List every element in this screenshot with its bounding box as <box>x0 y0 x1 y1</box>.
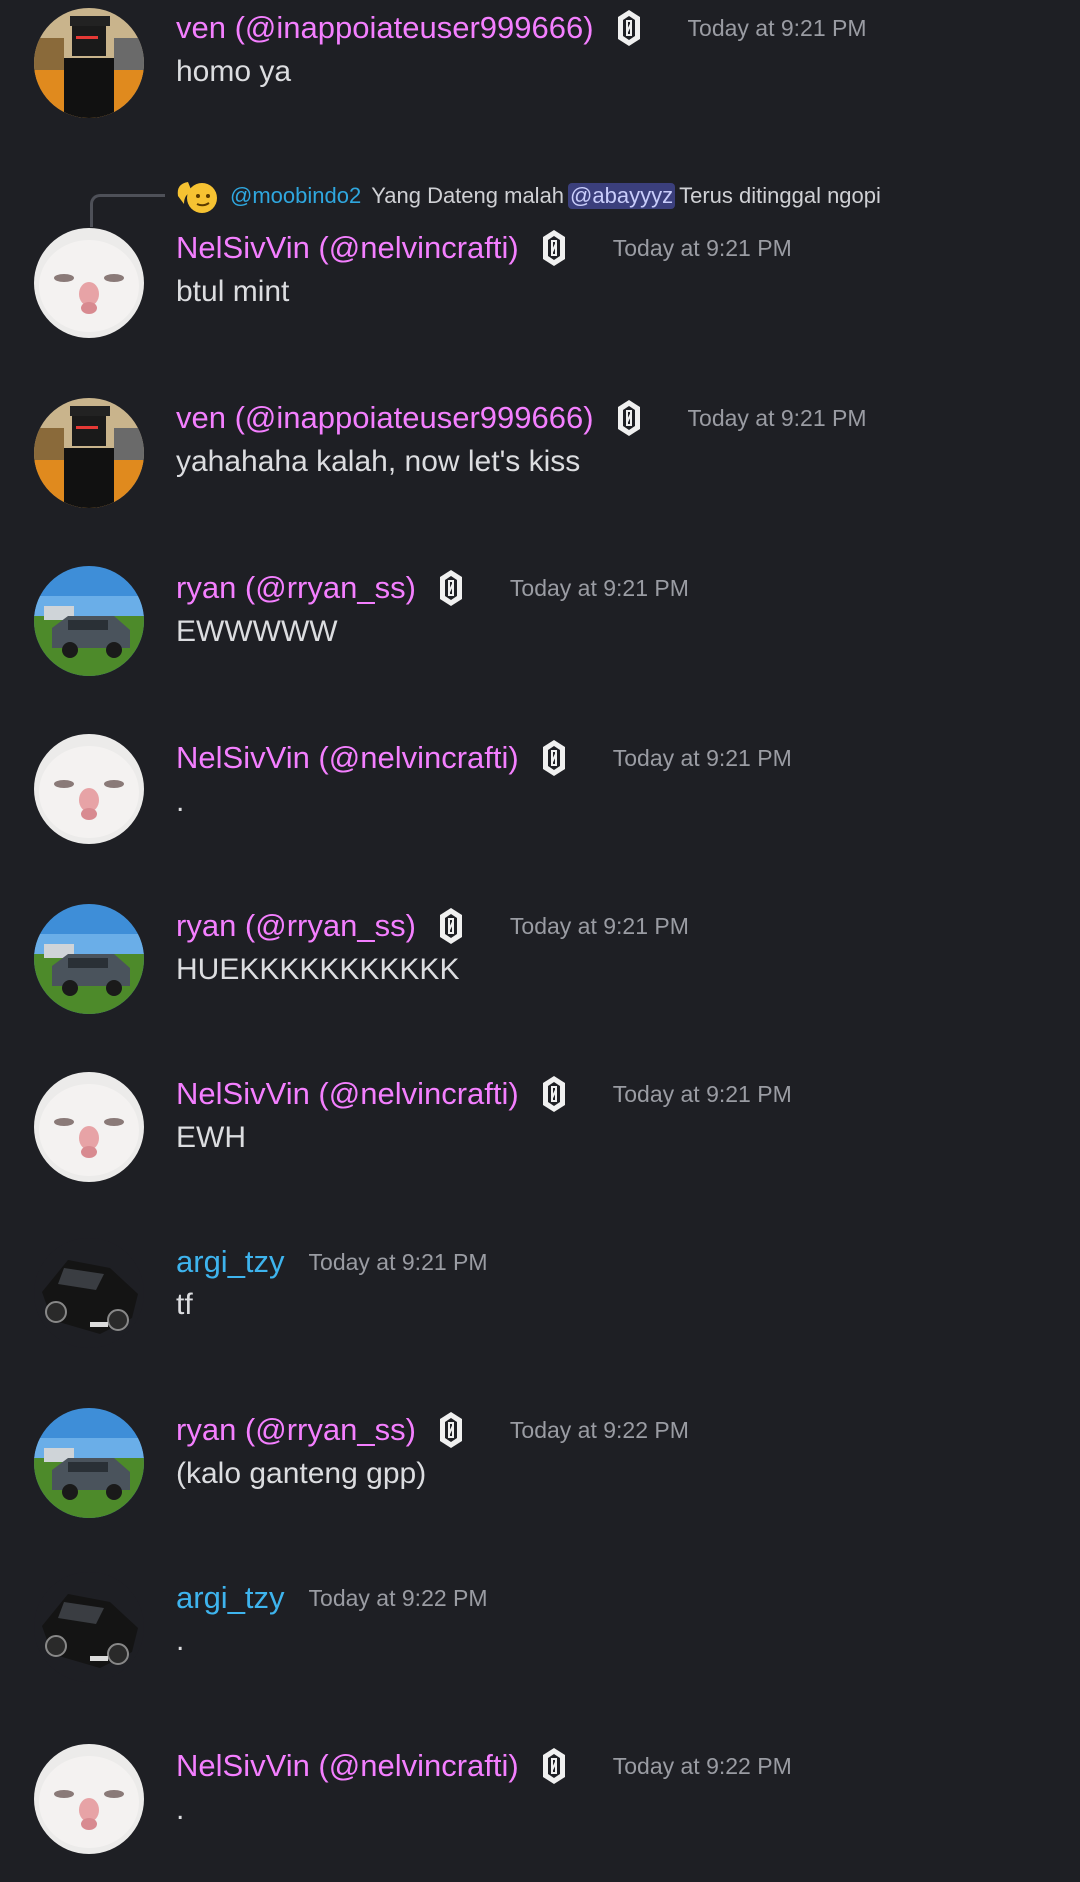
avatar-argi-tzy[interactable] <box>34 1238 144 1348</box>
message-author[interactable]: NelSivVin (@nelvincrafti) <box>176 230 519 266</box>
message-timestamp[interactable]: Today at 9:21 PM <box>688 15 867 42</box>
message-timestamp[interactable]: Today at 9:22 PM <box>510 1417 689 1444</box>
server-tag-badge-icon[interactable] <box>438 1410 464 1450</box>
server-tag-badge-icon[interactable] <box>541 228 567 268</box>
message-content: . <box>176 785 185 818</box>
avatar-ven[interactable] <box>34 8 144 118</box>
message-content: tf <box>176 1288 193 1321</box>
message-content: btul mint <box>176 275 290 308</box>
emoji-reply-icon <box>174 176 220 216</box>
avatar-ryan[interactable] <box>34 1408 144 1518</box>
message-content: . <box>176 1624 185 1657</box>
reply-text-after: Terus ditinggal ngopi <box>679 183 881 208</box>
server-tag-badge-icon[interactable] <box>438 568 464 608</box>
message-author[interactable]: NelSivVin (@nelvincrafti) <box>176 1748 519 1784</box>
chat-message-list: ven (@inappoiateuser999666) Today at 9:2… <box>0 0 1080 1882</box>
message-content: (kalo ganteng gpp) <box>176 1457 427 1490</box>
avatar-nelsivvin[interactable] <box>34 228 144 338</box>
avatar-ryan[interactable] <box>34 904 144 1014</box>
reply-text-before: Yang Dateng malah <box>371 183 565 208</box>
message-author[interactable]: ryan (@rryan_ss) <box>176 570 416 606</box>
message-author[interactable]: ven (@inappoiateuser999666) <box>176 400 594 436</box>
message-timestamp[interactable]: Today at 9:21 PM <box>613 235 792 262</box>
avatar-nelsivvin[interactable] <box>34 734 144 844</box>
message-timestamp[interactable]: Today at 9:21 PM <box>613 1081 792 1108</box>
message-author[interactable]: argi_tzy <box>176 1244 285 1280</box>
reply-username[interactable]: @moobindo2 <box>230 183 361 209</box>
message-timestamp[interactable]: Today at 9:22 PM <box>309 1585 488 1612</box>
message-author[interactable]: argi_tzy <box>176 1580 285 1616</box>
server-tag-badge-icon[interactable] <box>438 906 464 946</box>
avatar-ven[interactable] <box>34 398 144 508</box>
reply-connector-line <box>90 194 165 227</box>
message-content: yahahaha kalah, now let's kiss <box>176 445 581 478</box>
message-author[interactable]: ryan (@rryan_ss) <box>176 908 416 944</box>
avatar-nelsivvin[interactable] <box>34 1744 144 1854</box>
message-author[interactable]: ryan (@rryan_ss) <box>176 1412 416 1448</box>
avatar-ryan[interactable] <box>34 566 144 676</box>
reply-mention[interactable]: @abayyyz <box>568 183 676 209</box>
server-tag-badge-icon[interactable] <box>616 398 642 438</box>
message-timestamp[interactable]: Today at 9:21 PM <box>613 745 792 772</box>
reply-reference[interactable]: @moobindo2 Yang Dateng malah @abayyyz Te… <box>90 176 1080 227</box>
server-tag-badge-icon[interactable] <box>541 738 567 778</box>
message-author[interactable]: NelSivVin (@nelvincrafti) <box>176 740 519 776</box>
message-timestamp[interactable]: Today at 9:21 PM <box>309 1249 488 1276</box>
message-content: . <box>176 1793 185 1826</box>
message-author[interactable]: ven (@inappoiateuser999666) <box>176 10 594 46</box>
avatar-argi-tzy[interactable] <box>34 1572 144 1682</box>
message-timestamp[interactable]: Today at 9:21 PM <box>688 405 867 432</box>
message-content: EWWWWW <box>176 615 338 648</box>
server-tag-badge-icon[interactable] <box>541 1074 567 1114</box>
message-content: HUEKKKKKKKKKKK <box>176 953 460 986</box>
message-timestamp[interactable]: Today at 9:21 PM <box>510 913 689 940</box>
server-tag-badge-icon[interactable] <box>541 1746 567 1786</box>
avatar-nelsivvin[interactable] <box>34 1072 144 1182</box>
message-author[interactable]: NelSivVin (@nelvincrafti) <box>176 1076 519 1112</box>
message-timestamp[interactable]: Today at 9:21 PM <box>510 575 689 602</box>
message-timestamp[interactable]: Today at 9:22 PM <box>613 1753 792 1780</box>
server-tag-badge-icon[interactable] <box>616 8 642 48</box>
message-content: homo ya <box>176 55 292 88</box>
message-content: EWH <box>176 1121 246 1154</box>
